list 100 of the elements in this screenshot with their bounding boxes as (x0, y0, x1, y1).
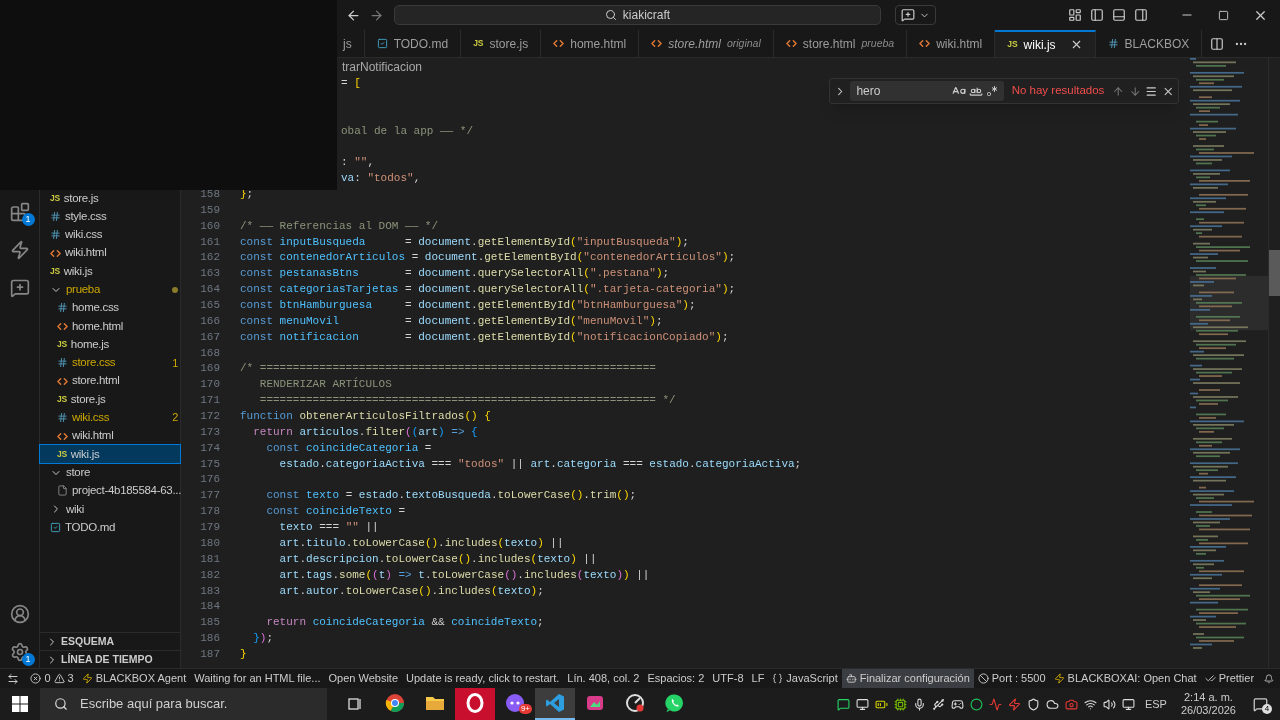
file-item[interactable]: JS home.js (40, 335, 180, 354)
browser-icon (385, 693, 405, 713)
folder-item[interactable]: prueba (40, 280, 180, 299)
file-item[interactable]: wiki.html (40, 426, 180, 446)
hash-icon (57, 412, 68, 424)
find-input[interactable]: hero (850, 81, 1004, 101)
display-icon[interactable] (1121, 697, 1135, 711)
status-item[interactable]: Prettier (1200, 669, 1259, 688)
search-input[interactable]: Escribe aquí para buscar. (80, 694, 310, 714)
status-item[interactable]: Port : 5500 (973, 669, 1050, 688)
activity-icon[interactable] (988, 697, 1002, 711)
file-item[interactable]: style.css (40, 207, 180, 226)
section-header[interactable]: ESQUEMA (40, 632, 180, 650)
microphone-icon[interactable] (912, 697, 926, 711)
file-item[interactable]: store.css 1 (40, 353, 180, 372)
back-icon[interactable] (346, 7, 361, 23)
file-item[interactable]: JS wiki.js (40, 445, 180, 464)
file-item[interactable]: wiki.css 2 (40, 408, 180, 427)
problems-status[interactable]: 0 3 (26, 669, 78, 688)
panel-toggle-icon[interactable] (1112, 8, 1126, 22)
chip-icon[interactable] (893, 697, 907, 711)
file-item[interactable]: wiki.html (40, 243, 180, 263)
status-item[interactable]: BLACKBOXAI: Open Chat (1049, 669, 1201, 688)
gamepad-icon[interactable] (950, 697, 964, 711)
warning-count: 3 (67, 671, 74, 687)
taskbar-search-field[interactable]: Escribe aquí para buscar. (40, 688, 327, 720)
taskbar-app[interactable] (535, 688, 575, 720)
hash-icon (1107, 38, 1119, 49)
command-center[interactable]: kiakicraft (394, 5, 881, 25)
find-in-selection-icon[interactable] (1145, 84, 1158, 98)
editor-tab[interactable]: JS wiki.js (995, 30, 1096, 57)
file-item[interactable]: JS store.js (40, 189, 180, 208)
message-icon[interactable] (836, 697, 850, 711)
maximize-icon[interactable] (1218, 9, 1229, 21)
folder-item[interactable]: store (40, 463, 180, 482)
chat-menu-button[interactable] (895, 5, 936, 25)
file-item[interactable]: TODO.md (40, 518, 180, 537)
notification-center[interactable]: 4 (1250, 694, 1270, 714)
status-item[interactable]: UTF-8 (708, 669, 748, 688)
status-item[interactable]: Lín. 408, col. 2 (563, 669, 644, 688)
taskbar-app[interactable] (455, 688, 495, 720)
breadcrumb[interactable]: trarNotificacion (342, 58, 423, 76)
secondary-sidebar-icon[interactable] (1134, 8, 1148, 22)
camera-icon[interactable] (1064, 697, 1078, 711)
file-item[interactable]: JS wiki.js (40, 262, 180, 281)
status-item[interactable]: Finalizar configuración (841, 669, 974, 688)
chat-sparkle-icon[interactable] (9, 278, 30, 298)
file-item[interactable]: project-4b185584-63... (40, 481, 180, 501)
account-icon[interactable] (9, 604, 30, 624)
file-name: store.js (63, 190, 99, 206)
file-item[interactable]: home.html (40, 317, 180, 336)
split-editor-icon[interactable] (1210, 36, 1225, 51)
status-item[interactable]: LF (747, 669, 769, 688)
extensions-icon[interactable] (9, 202, 30, 222)
keyboard-language[interactable]: ESP (1144, 695, 1167, 713)
monitor-icon[interactable] (855, 697, 869, 711)
notifications-icon[interactable] (1264, 672, 1274, 685)
circle-icon[interactable] (969, 697, 983, 711)
clock[interactable]: 2:14 a. m. 26/03/2026 (1180, 691, 1236, 717)
js-file-icon: JS (57, 340, 67, 349)
folder-item[interactable]: wiki (40, 500, 180, 519)
wifi-icon[interactable] (1083, 697, 1097, 711)
speaker-icon[interactable] (1102, 697, 1116, 711)
find-input-text[interactable]: hero (856, 82, 947, 100)
regex-icon[interactable] (985, 85, 998, 97)
status-item[interactable]: Update is ready, click to restart. (402, 669, 564, 688)
file-item[interactable]: wiki.css (40, 225, 180, 244)
code-line: const texto = estado.textoBusqueda.toLowerCase().trim(); (265, 488, 637, 504)
status-item[interactable]: Waiting for an HTML file... (190, 669, 325, 688)
scrollbar-thumb[interactable] (1269, 250, 1280, 296)
status-item[interactable]: Open Website (324, 669, 403, 688)
usb-icon[interactable] (931, 697, 945, 711)
section-title: ESQUEMA (61, 633, 115, 649)
windows-logo-icon[interactable] (12, 696, 28, 712)
status-text: Espacios: 2 (647, 671, 705, 687)
file-item[interactable]: store.html (40, 371, 180, 391)
file-name: TODO.md (65, 519, 116, 535)
tab-label: js (343, 35, 352, 53)
file-item[interactable]: JS store.js (40, 390, 180, 409)
task-view-icon[interactable] (347, 696, 363, 712)
cloud-icon[interactable] (1045, 697, 1059, 711)
file-name: style.css (65, 208, 107, 224)
lightning-icon[interactable] (9, 240, 30, 260)
line-number: 165 (199, 298, 220, 314)
tab-label: store.html (668, 35, 721, 53)
sidebar-toggle-icon[interactable] (1090, 8, 1104, 22)
status-item[interactable]: JavaScript (768, 669, 842, 688)
extensions-badge: 1 (21, 213, 35, 226)
lightning-icon[interactable] (1007, 697, 1021, 711)
taskbar-app[interactable]: 9+ (495, 688, 535, 720)
line-number: 176 (199, 472, 220, 488)
line-number: 183 (199, 583, 220, 599)
settings-icon[interactable] (9, 642, 30, 662)
shield-icon[interactable] (1026, 697, 1040, 711)
forward-icon[interactable] (369, 7, 384, 23)
status-item[interactable]: Espacios: 2 (643, 669, 709, 688)
previous-match-icon[interactable] (1112, 84, 1125, 98)
file-item[interactable]: home.css (40, 298, 180, 318)
status-item[interactable]: BLACKBOX Agent (77, 669, 191, 688)
layout-icon[interactable] (1068, 8, 1082, 22)
